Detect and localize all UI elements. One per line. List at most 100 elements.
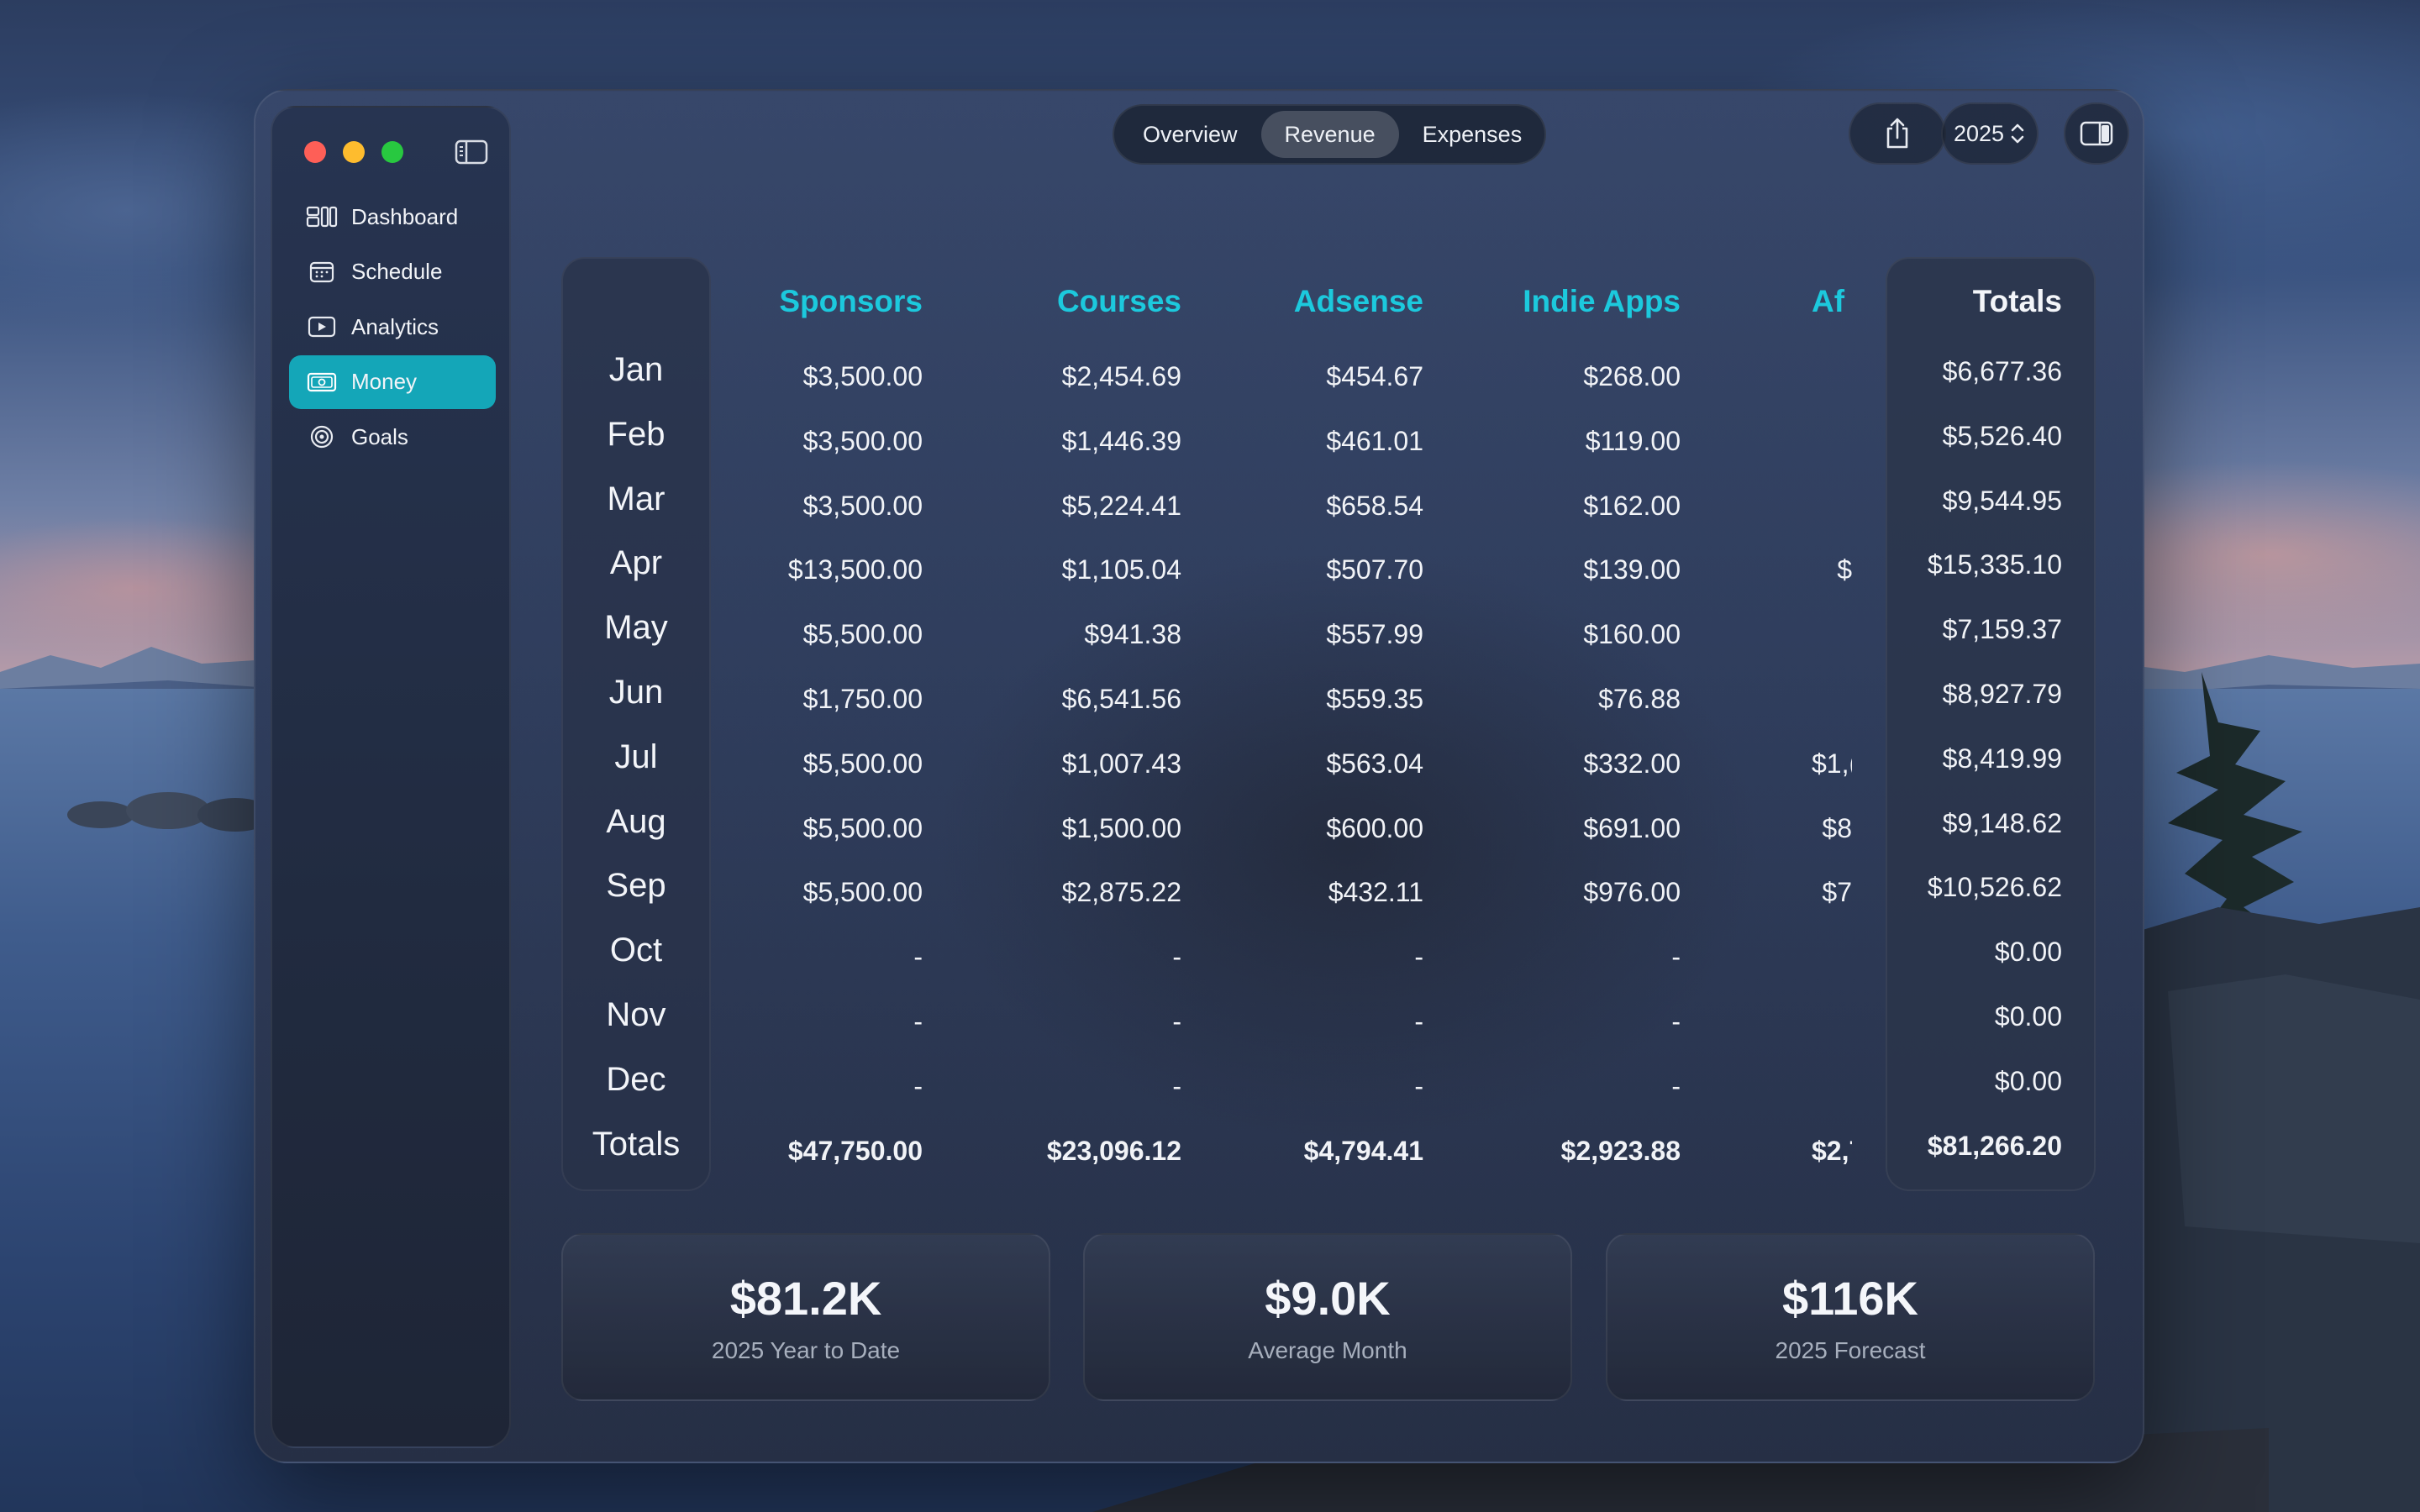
table-cell: $3,500.00	[802, 490, 923, 521]
sidebar-nav: Dashboard Schedule Analytics Money Goals	[289, 190, 496, 465]
table-cell: $0.00	[1994, 937, 2062, 968]
money-icon	[306, 370, 338, 395]
table-cell: $658.54	[1326, 490, 1423, 521]
share-button[interactable]	[1849, 102, 1946, 165]
year-picker[interactable]: 2025	[1941, 102, 2039, 165]
table-cell: $559.35	[1326, 684, 1423, 714]
sidebar-item-label: Analytics	[351, 313, 439, 339]
chevron-up-down-icon	[2011, 123, 2024, 144]
sidebar: Dashboard Schedule Analytics Money Goals	[271, 106, 511, 1448]
stat-label: 2025 Year to Date	[711, 1336, 901, 1363]
column-header-af: Af	[1812, 284, 1845, 318]
month-column-panel	[561, 257, 711, 1191]
month-label: Jun	[608, 674, 664, 711]
table-cell: -	[913, 1006, 923, 1037]
sidebar-item-goals[interactable]: Goals	[289, 410, 496, 464]
table-cell: $976.00	[1583, 877, 1681, 908]
share-icon	[1886, 118, 1908, 149]
sidebar-item-analytics[interactable]: Analytics	[289, 300, 496, 354]
stat-label: Average Month	[1248, 1336, 1407, 1363]
year-value: 2025	[1953, 120, 2005, 146]
tab-expenses[interactable]: Expenses	[1399, 111, 1546, 158]
month-label: Sep	[606, 867, 666, 905]
table-cell: $	[1837, 554, 1852, 585]
table-cell: $0.00	[1994, 1001, 2062, 1032]
table-cell: $8,419.99	[1942, 743, 2062, 774]
table-cell: -	[1671, 942, 1681, 973]
table-cell: $160.00	[1583, 619, 1681, 650]
month-label: Feb	[607, 415, 666, 453]
table-cell: $7,159.37	[1942, 614, 2062, 645]
table-cell: $941.38	[1084, 619, 1181, 650]
month-label: Dec	[606, 1060, 666, 1098]
sidebar-item-schedule[interactable]: Schedule	[289, 245, 496, 299]
month-label: Aug	[606, 802, 666, 840]
table-cell: -	[913, 1070, 923, 1101]
target-icon	[306, 424, 338, 449]
month-label: Mar	[607, 480, 666, 517]
month-label: Jan	[608, 351, 664, 388]
table-cell: $76.88	[1598, 684, 1681, 714]
table-cell: $5,526.40	[1942, 420, 2062, 451]
month-label: Jul	[614, 738, 658, 775]
table-cell: $3,500.00	[802, 425, 923, 456]
left-rocks	[67, 792, 269, 832]
table-cell: $0.00	[1994, 1065, 2062, 1096]
sidebar-item-dashboard[interactable]: Dashboard	[289, 190, 496, 244]
table-cell: $691.00	[1583, 812, 1681, 843]
table-cell: -	[1172, 1006, 1181, 1037]
toggle-inspector-button[interactable]	[2064, 102, 2129, 165]
right-rocks-tree	[2118, 672, 2420, 1512]
table-cell: $454.67	[1326, 361, 1423, 391]
totals-column-panel	[1886, 257, 2096, 1191]
table-cell: $432.11	[1328, 877, 1423, 908]
table-cell: -	[1414, 942, 1423, 973]
table-cell: $8,927.79	[1942, 679, 2062, 709]
table-cell: $5,500.00	[802, 877, 923, 908]
tab-overview[interactable]: Overview	[1119, 111, 1261, 158]
stat-card-forecast: $116K 2025 Forecast	[1606, 1233, 2095, 1401]
total-cell: $47,750.00	[787, 1135, 923, 1166]
stat-label: 2025 Forecast	[1775, 1336, 1926, 1363]
table-cell: $1,007.43	[1061, 748, 1181, 779]
table-cell: $332.00	[1583, 748, 1681, 779]
column-header-totals: Totals	[1972, 284, 2062, 318]
toggle-sidebar-button[interactable]	[454, 136, 489, 168]
table-cell: $139.00	[1583, 554, 1681, 585]
sidebar-right-icon	[2080, 121, 2113, 146]
table-cell: -	[1671, 1006, 1681, 1037]
column-header-indie-apps: Indie Apps	[1523, 284, 1681, 318]
total-cell: $23,096.12	[1046, 1135, 1181, 1166]
close-window-button[interactable]	[304, 141, 326, 163]
view-segmented-control: Overview Revenue Expenses	[1113, 104, 1546, 165]
zoom-window-button[interactable]	[381, 141, 403, 163]
table-cell: $2,454.69	[1061, 361, 1181, 391]
table-cell: $1,750.00	[802, 684, 923, 714]
total-cell: $4,794.41	[1303, 1135, 1423, 1166]
stat-value: $81.2K	[729, 1271, 882, 1325]
tab-revenue[interactable]: Revenue	[1260, 111, 1399, 158]
table-cell: $5,500.00	[802, 619, 923, 650]
sidebar-item-label: Dashboard	[351, 203, 459, 229]
table-cell: -	[1172, 1070, 1181, 1101]
table-cell: $600.00	[1326, 812, 1423, 843]
column-header-courses: Courses	[1056, 284, 1181, 318]
sidebar-item-money[interactable]: Money	[289, 354, 496, 409]
total-cell: $2,923.88	[1560, 1135, 1681, 1166]
table-cell: -	[1172, 942, 1181, 973]
table-cell: $268.00	[1583, 361, 1681, 391]
stat-value: $116K	[1782, 1271, 1918, 1325]
column-header-adsense: Adsense	[1293, 284, 1423, 318]
total-cell: $2,7	[1812, 1135, 1852, 1166]
table-cell: $119.00	[1585, 425, 1681, 456]
sidebar-left-icon	[455, 139, 488, 165]
sidebar-item-label: Schedule	[351, 259, 443, 284]
play-icon	[306, 314, 338, 339]
total-cell: $81,266.20	[1927, 1130, 2062, 1161]
month-label: Oct	[609, 932, 663, 969]
minimize-window-button[interactable]	[343, 141, 365, 163]
table-cell: $8	[1822, 812, 1852, 843]
stat-card-average: $9.0K Average Month	[1083, 1233, 1572, 1401]
table-cell: $1,(	[1812, 748, 1852, 779]
table-cell: $15,335.10	[1927, 549, 2062, 580]
